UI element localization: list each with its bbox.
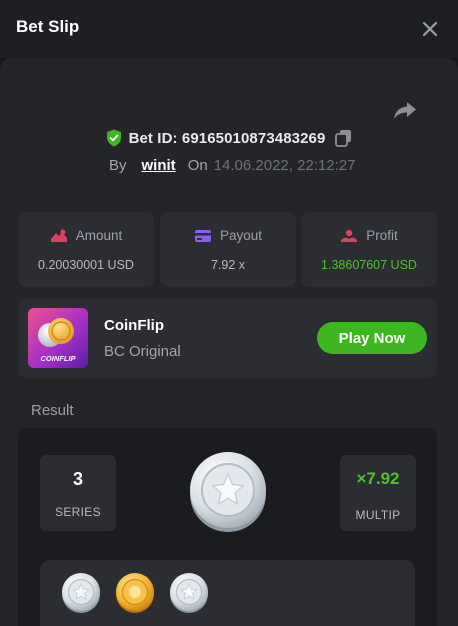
profit-card: Profit 1.38607607 USD [301, 212, 437, 287]
profit-icon [341, 229, 358, 242]
copy-icon[interactable] [335, 129, 352, 147]
multiplier-box: ×7.92 MULTIP [340, 455, 416, 531]
game-subtitle: BC Original [104, 343, 181, 360]
silver-coin-icon [62, 573, 100, 613]
bet-timestamp: 14.06.2022, 22:12:27 [213, 157, 356, 174]
username-link[interactable]: winit [142, 157, 176, 174]
header: Bet Slip [0, 0, 458, 58]
payout-card: Payout 7.92 x [160, 212, 296, 287]
amount-card: Amount 0.20030001 USD [18, 212, 154, 287]
result-label: Result [31, 402, 74, 419]
series-caption: SERIES [55, 505, 101, 519]
game-card: COINFLIP CoinFlip BC Original Play Now [18, 298, 437, 378]
close-icon[interactable] [416, 15, 444, 43]
amount-value: 0.20030001 USD [38, 258, 134, 272]
payout-value: 7.92 x [210, 258, 246, 272]
bet-id-row: Bet ID: 69165010873483269 [0, 129, 458, 147]
series-value: 3 [72, 469, 83, 489]
payout-label: Payout [219, 228, 263, 243]
result-panel: 3 SERIES ×7.92 MULTIP [18, 428, 437, 626]
profit-label: Profit [366, 228, 398, 243]
share-icon[interactable] [392, 97, 418, 123]
profit-value: 1.38607607 USD [321, 258, 417, 272]
bet-id: Bet ID: 69165010873483269 [128, 129, 326, 147]
coinflip-thumbnail[interactable]: COINFLIP [28, 308, 88, 368]
flip-history [40, 560, 415, 626]
game-name: CoinFlip [104, 317, 164, 334]
amount-icon [50, 229, 67, 242]
gold-coin-icon [116, 573, 154, 613]
verified-shield-icon [106, 129, 121, 147]
page-title: Bet Slip [16, 17, 80, 36]
multiplier-caption: MULTIP [355, 508, 401, 522]
on-label: On [187, 157, 208, 174]
multiplier-value: ×7.92 [356, 469, 400, 488]
svg-text:COINFLIP: COINFLIP [41, 354, 77, 363]
play-now-button[interactable]: Play Now [317, 322, 427, 354]
payout-icon [194, 229, 211, 242]
silver-coin-icon [190, 452, 266, 532]
by-label: By [109, 157, 127, 174]
amount-label: Amount [75, 228, 123, 243]
bet-meta: By winit On 14.06.2022, 22:12:27 [109, 157, 356, 174]
silver-coin-icon [170, 573, 208, 613]
series-box: 3 SERIES [40, 455, 116, 531]
